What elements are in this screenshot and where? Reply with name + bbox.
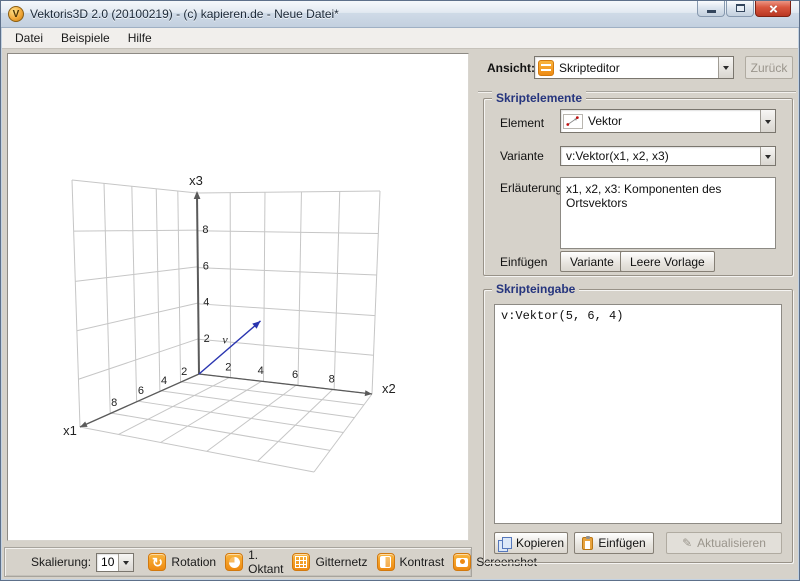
chevron-down-icon[interactable]	[760, 147, 775, 165]
svg-text:4: 4	[161, 375, 167, 387]
app-icon: V	[8, 6, 24, 22]
svg-text:4: 4	[258, 365, 264, 377]
variante-label: Variante	[500, 149, 544, 163]
grid-icon	[292, 553, 310, 571]
skriptelemente-title: Skriptelemente	[492, 91, 586, 105]
copy-icon	[498, 537, 511, 550]
menu-hilfe[interactable]: Hilfe	[119, 29, 161, 47]
title-bar[interactable]: V Vektoris3D 2.0 (20100219) - (c) kapier…	[1, 1, 799, 28]
paste-icon	[582, 537, 593, 550]
vector-icon	[563, 114, 583, 129]
svg-text:6: 6	[292, 369, 298, 381]
svg-text:2: 2	[225, 362, 231, 374]
einfuegen-label: Einfügen	[500, 255, 547, 269]
variante-selected-value: v:Vektor(x1, x2, x3)	[561, 149, 760, 163]
chevron-down-icon[interactable]	[760, 110, 775, 132]
kopieren-button[interactable]: Kopieren	[494, 532, 568, 554]
skripteingabe-group: Skripteingabe v:Vektor(5, 6, 4) Kopieren…	[483, 289, 793, 563]
script-input[interactable]: v:Vektor(5, 6, 4)	[494, 304, 782, 524]
ansicht-selected-value: Skripteditor	[554, 61, 718, 75]
svg-text:2: 2	[181, 366, 187, 378]
pencil-icon: ✎	[682, 537, 692, 549]
element-select[interactable]: Vektor	[560, 109, 776, 133]
script-editor-icon	[538, 60, 554, 76]
skalierung-label: Skalierung:	[31, 555, 91, 569]
svg-text:6: 6	[138, 385, 144, 397]
element-label: Element	[500, 116, 544, 130]
skriptelemente-group: Skriptelemente Element Vektor Variante v…	[483, 98, 793, 276]
erlaeuterung-label: Erläuterung	[500, 181, 562, 195]
chevron-down-icon[interactable]	[718, 57, 733, 78]
close-button[interactable]	[755, 0, 791, 17]
menu-beispiele[interactable]: Beispiele	[52, 29, 119, 47]
variante-select[interactable]: v:Vektor(x1, x2, x3)	[560, 146, 776, 166]
plot-panel[interactable]: 2 4 6 8 2 4 6 8 2 4 6 8 x1 x2 x3 v	[7, 53, 469, 541]
svg-text:6: 6	[203, 260, 209, 272]
maximize-button[interactable]	[726, 0, 754, 17]
element-selected-value: Vektor	[583, 114, 760, 128]
menu-datei[interactable]: Datei	[6, 29, 52, 47]
kontrast-button[interactable]: Kontrast	[377, 553, 445, 571]
svg-text:2: 2	[204, 333, 210, 345]
svg-text:8: 8	[329, 373, 335, 385]
ansicht-label: Ansicht:	[487, 61, 535, 75]
minimize-icon	[707, 10, 716, 13]
gitternetz-button[interactable]: Gitternetz	[292, 553, 367, 571]
einfuegen-button[interactable]: Einfügen	[574, 532, 654, 554]
bottom-toolbar: Skalierung: 10 ↻ Rotation 1. Oktant Gitt…	[4, 547, 472, 577]
close-icon	[768, 3, 779, 14]
svg-text:v: v	[222, 332, 228, 346]
screenshot-icon	[453, 553, 471, 571]
oktant-button[interactable]: 1. Oktant	[225, 548, 283, 576]
erlaeuterung-box: x1, x2, x3: Komponenten des Ortsvektors	[560, 177, 776, 249]
skalierung-select[interactable]: 10	[96, 553, 134, 572]
skripteingabe-title: Skripteingabe	[492, 282, 579, 296]
svg-text:8: 8	[202, 224, 208, 236]
svg-text:4: 4	[203, 297, 209, 309]
svg-text:x2: x2	[382, 381, 396, 396]
skalierung-value: 10	[97, 555, 118, 569]
svg-text:x1: x1	[63, 423, 77, 438]
zurueck-button[interactable]: Zurück	[745, 56, 793, 79]
chevron-down-icon[interactable]	[118, 554, 133, 571]
rotation-icon: ↻	[148, 553, 166, 571]
plot-3d-scene[interactable]: 2 4 6 8 2 4 6 8 2 4 6 8 x1 x2 x3 v	[8, 54, 468, 540]
rotation-button[interactable]: ↻ Rotation	[148, 553, 216, 571]
maximize-icon	[736, 4, 745, 12]
menu-bar: Datei Beispiele Hilfe	[2, 28, 798, 49]
octant-icon	[225, 553, 243, 571]
leere-vorlage-button[interactable]: Leere Vorlage	[620, 251, 715, 272]
contrast-icon	[377, 553, 395, 571]
minimize-button[interactable]	[697, 0, 725, 17]
aktualisieren-button[interactable]: ✎ Aktualisieren	[666, 532, 782, 554]
variante-button[interactable]: Variante	[560, 251, 624, 272]
ansicht-select[interactable]: Skripteditor	[534, 56, 734, 79]
svg-text:8: 8	[111, 397, 117, 409]
app-window: V Vektoris3D 2.0 (20100219) - (c) kapier…	[0, 0, 800, 581]
window-title: Vektoris3D 2.0 (20100219) - (c) kapieren…	[30, 7, 339, 21]
svg-text:x3: x3	[189, 173, 203, 188]
